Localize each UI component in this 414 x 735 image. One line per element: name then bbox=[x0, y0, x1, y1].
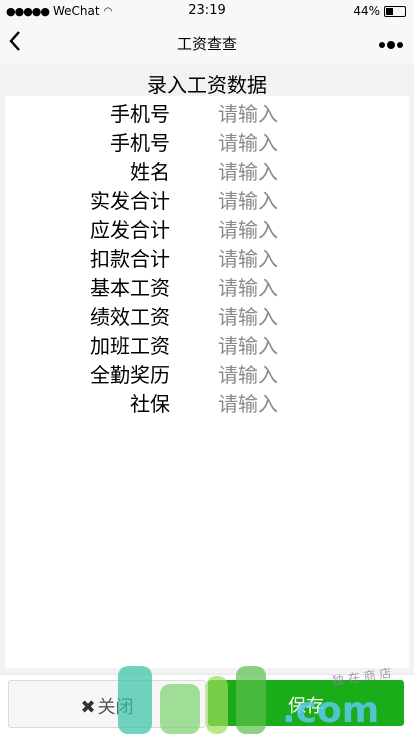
field-label: 实发合计 bbox=[90, 189, 170, 213]
form-title: 录入工资数据 bbox=[147, 73, 267, 97]
field-label: 基本工资 bbox=[90, 276, 170, 300]
field-input[interactable]: 请输入 bbox=[218, 359, 278, 388]
close-button-content: ✖ 关闭 bbox=[9, 693, 205, 719]
field-label: 社保 bbox=[130, 392, 170, 416]
field-input[interactable]: 请输入 bbox=[218, 156, 278, 185]
form-row: 全勤奖历 请输入 bbox=[5, 359, 409, 388]
status-bar: ●●●●● WeChat ◠ 23:19 44% bbox=[0, 0, 414, 22]
field-input[interactable]: 请输入 bbox=[218, 98, 278, 127]
more-dots-icon[interactable] bbox=[378, 34, 404, 55]
field-input[interactable]: 请输入 bbox=[218, 243, 278, 272]
field-label: 姓名 bbox=[130, 160, 170, 184]
field-label: 应发合计 bbox=[90, 218, 170, 242]
field-label: 加班工资 bbox=[90, 334, 170, 358]
battery-fill bbox=[386, 7, 394, 15]
page-title: 工资查查 bbox=[176, 35, 237, 53]
form-row: 实发合计 请输入 bbox=[5, 185, 409, 214]
field-input[interactable]: 请输入 bbox=[218, 272, 278, 301]
field-label: 扣款合计 bbox=[90, 247, 170, 271]
close-button[interactable]: ✖ 关闭 bbox=[8, 680, 206, 728]
field-input[interactable]: 请输入 bbox=[218, 330, 278, 359]
main-panel: 录入工资数据 手机号 请输入 手机号 请输入 姓名 请输入 实发合计 请输入 应… bbox=[0, 64, 414, 674]
close-button-label: 关闭 bbox=[97, 697, 134, 718]
battery-icon bbox=[384, 5, 406, 17]
battery-percent: 44% bbox=[353, 4, 380, 18]
status-right: 44% bbox=[353, 4, 406, 18]
form-row: 绩效工资 请输入 bbox=[5, 301, 409, 330]
field-input[interactable]: 请输入 bbox=[218, 185, 278, 214]
form-row: 手机号 请输入 bbox=[5, 98, 409, 127]
field-label: 全勤奖历 bbox=[90, 363, 170, 387]
form-body: 手机号 请输入 手机号 请输入 姓名 请输入 实发合计 请输入 应发合计 请输入… bbox=[5, 96, 409, 668]
nav-bar: 工资查查 bbox=[0, 22, 414, 65]
status-time: 23:19 bbox=[188, 3, 226, 18]
field-input[interactable]: 请输入 bbox=[218, 301, 278, 330]
field-input[interactable]: 请输入 bbox=[218, 127, 278, 156]
form-row: 加班工资 请输入 bbox=[5, 330, 409, 359]
field-label: 手机号 bbox=[110, 131, 170, 155]
close-icon: ✖ bbox=[80, 697, 96, 718]
field-input[interactable]: 请输入 bbox=[218, 214, 278, 243]
field-label: 手机号 bbox=[110, 102, 170, 126]
save-button-label: 保存 bbox=[288, 696, 324, 717]
form-row: 应发合计 请输入 bbox=[5, 214, 409, 243]
field-label: 绩效工资 bbox=[90, 305, 170, 329]
save-button[interactable]: 保存 bbox=[208, 680, 404, 726]
form-row: 手机号 请输入 bbox=[5, 127, 409, 156]
form-row: 姓名 请输入 bbox=[5, 156, 409, 185]
field-input[interactable]: 请输入 bbox=[218, 388, 278, 417]
form-row: 基本工资 请输入 bbox=[5, 272, 409, 301]
bottom-bar: ✖ 关闭 保存 bbox=[0, 674, 414, 735]
form-row: 社保 请输入 bbox=[5, 388, 409, 417]
form-row: 扣款合计 请输入 bbox=[5, 243, 409, 272]
